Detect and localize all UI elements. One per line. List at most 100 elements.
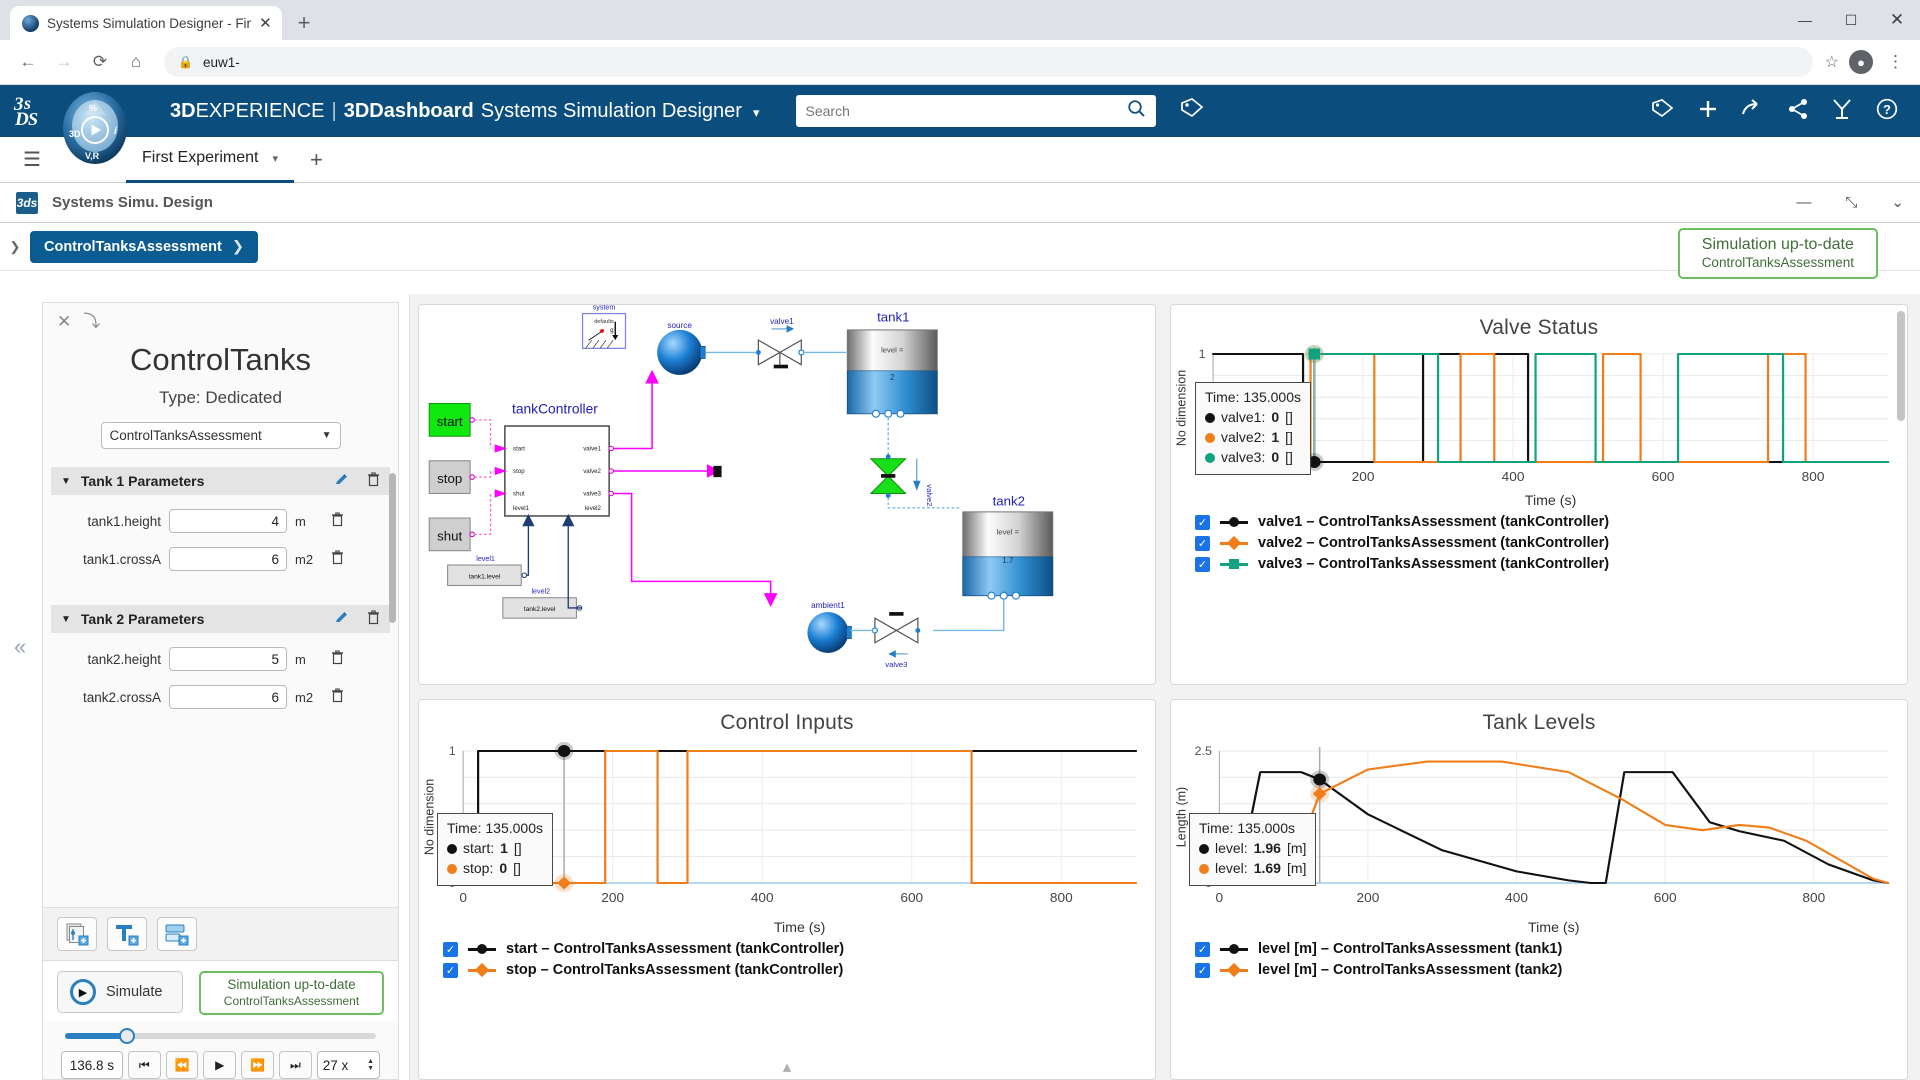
minimize-icon[interactable]: —	[1782, 0, 1828, 40]
diagram-node-ambient1[interactable]: ambient1	[807, 601, 852, 653]
legend-item[interactable]: ✓ valve1 – ControlTanksAssessment (tankC…	[1195, 514, 1907, 530]
time-slider[interactable]	[65, 1028, 376, 1044]
panel-collapse-handle[interactable]: «	[14, 634, 26, 660]
add-parameter-button[interactable]	[57, 917, 97, 952]
legend-item[interactable]: ✓ valve3 – ControlTanksAssessment (tankC…	[1195, 556, 1907, 572]
diagram-node-shut[interactable]: shut	[428, 517, 475, 552]
parameter-value-input[interactable]: 6	[169, 547, 287, 571]
chevron-down-icon[interactable]: ▾	[272, 152, 278, 165]
legend-item[interactable]: ✓ valve2 – ControlTanksAssessment (tankC…	[1195, 535, 1907, 551]
stepper-up-icon[interactable]: ▲	[367, 1058, 374, 1065]
diagram-node-system[interactable]: system defaults g	[581, 305, 627, 349]
add-tab-button[interactable]: +	[310, 147, 323, 173]
delete-trash-icon[interactable]	[367, 610, 380, 628]
address-bar[interactable]: 🔒 euw1-	[164, 47, 1813, 77]
add-icon[interactable]	[1697, 98, 1719, 124]
3d-compass-button[interactable]: 3D i % V,R	[56, 89, 134, 167]
legend-checkbox[interactable]: ✓	[1195, 556, 1210, 572]
collapse-icon[interactable]: ⤵	[83, 313, 100, 330]
step-back-button[interactable]: ⏪	[165, 1051, 199, 1079]
legend-item[interactable]: ✓ start – ControlTanksAssessment (tankCo…	[443, 941, 1155, 957]
control-inputs-plot-area[interactable]: 0 1 0 200 400 600 800 Time (s) No dimension Time…	[419, 735, 1155, 935]
maximize-icon[interactable]: ☐	[1828, 0, 1874, 40]
back-icon[interactable]: ←	[12, 46, 44, 78]
scrollbar-thumb[interactable]	[1897, 311, 1905, 421]
triangle-down-icon[interactable]: ▼	[61, 476, 71, 487]
legend-checkbox[interactable]: ✓	[1195, 962, 1210, 978]
edit-pencil-icon[interactable]	[334, 610, 349, 628]
avatar[interactable]: ●	[1849, 50, 1873, 74]
tab-first-experiment[interactable]: First Experiment ▾	[126, 137, 294, 183]
legend-item[interactable]: ✓ level [m] – ControlTanksAssessment (ta…	[1195, 941, 1907, 957]
label-icon[interactable]	[1651, 98, 1675, 124]
current-time-input[interactable]: 136.8 s	[61, 1051, 123, 1079]
triangle-down-icon[interactable]: ▼	[61, 614, 71, 625]
legend-checkbox[interactable]: ✓	[1195, 941, 1210, 957]
hamburger-icon[interactable]: ☰	[8, 147, 56, 172]
chevron-up-icon[interactable]: ▴	[783, 1057, 792, 1077]
add-text-button[interactable]	[107, 917, 147, 952]
chevron-down-icon[interactable]: ▾	[753, 105, 760, 121]
forward-share-icon[interactable]	[1741, 99, 1765, 123]
breadcrumb-item-controltanksassessment[interactable]: ControlTanksAssessment ❯	[30, 230, 258, 263]
system-diagram[interactable]: system defaults g source valve1 tank1 le…	[419, 305, 1155, 684]
tag-icon[interactable]	[1180, 97, 1205, 125]
assessment-select[interactable]: ControlTanksAssessment ▼	[100, 422, 341, 449]
group-header-tank1[interactable]: ▼ Tank 1 Parameters	[51, 467, 390, 495]
simulate-button[interactable]: ▶ Simulate	[57, 971, 183, 1014]
add-table-button[interactable]	[157, 917, 197, 952]
time-slider-knob[interactable]	[119, 1028, 136, 1044]
delete-trash-icon[interactable]	[331, 650, 344, 668]
close-icon[interactable]: ✕	[259, 16, 272, 31]
skip-to-end-button[interactable]: ⏭	[278, 1051, 312, 1079]
bookmark-star-icon[interactable]: ☆	[1825, 52, 1839, 72]
delete-trash-icon[interactable]	[331, 688, 344, 706]
diagram-node-stop[interactable]: stop	[428, 460, 475, 494]
diagram-node-start[interactable]: start	[428, 403, 475, 437]
edit-pencil-icon[interactable]	[334, 472, 349, 490]
stepper-arrows[interactable]: ▲ ▼	[367, 1058, 374, 1072]
step-forward-button[interactable]: ⏩	[241, 1051, 274, 1079]
diagram-node-valve3[interactable]: valve3	[871, 612, 921, 669]
diagram-node-source[interactable]: source	[657, 321, 706, 375]
search-icon[interactable]	[1127, 99, 1146, 123]
skip-to-start-button[interactable]: ⏮	[127, 1051, 161, 1079]
new-tab-button[interactable]: +	[298, 10, 311, 36]
delete-trash-icon[interactable]	[367, 472, 380, 490]
close-icon[interactable]: ✕	[57, 313, 71, 330]
diagram-node-level1[interactable]: level1 tank1.level	[447, 555, 528, 586]
app-chevron-icon[interactable]: ⌄	[1891, 195, 1904, 210]
diagram-node-tankcontroller[interactable]: tankController start stop shut level1 va…	[494, 402, 614, 527]
forward-icon[interactable]: →	[48, 46, 80, 78]
group-header-tank2[interactable]: ▼ Tank 2 Parameters	[51, 605, 390, 633]
diagram-node-tank1[interactable]: tank1 level = 2	[846, 310, 938, 418]
tank-levels-plot-area[interactable]: 02.50200400600800Time (s)Length (m) Time…	[1171, 735, 1907, 935]
share-icon[interactable]	[1787, 98, 1809, 124]
app-restore-icon[interactable]: ⤡	[1845, 195, 1857, 210]
breadcrumb-expand-icon[interactable]: ❯	[0, 239, 30, 255]
delete-trash-icon[interactable]	[331, 512, 344, 530]
parameter-value-input[interactable]: 6	[169, 685, 287, 709]
stepper-down-icon[interactable]: ▼	[367, 1065, 374, 1072]
diagram-node-tank2[interactable]: tank2 level = 1.7	[962, 494, 1054, 600]
search-input[interactable]	[795, 95, 1156, 127]
reload-icon[interactable]: ⟳	[84, 46, 116, 78]
legend-item[interactable]: ✓ level [m] – ControlTanksAssessment (ta…	[1195, 962, 1907, 978]
legend-checkbox[interactable]: ✓	[1195, 535, 1210, 551]
valve-status-plot-area[interactable]: 0 1 200 400 600 800 Time (s) No dimension Time:…	[1171, 340, 1907, 508]
legend-checkbox[interactable]: ✓	[443, 962, 458, 978]
legend-checkbox[interactable]: ✓	[1195, 514, 1210, 530]
app-minimize-icon[interactable]: —	[1796, 195, 1811, 210]
search-field[interactable]	[805, 103, 1127, 119]
parameter-value-input[interactable]: 5	[169, 647, 287, 671]
collaboration-icon[interactable]	[1831, 98, 1854, 124]
play-button[interactable]: ▶	[203, 1051, 237, 1079]
browser-menu-icon[interactable]: ⋮	[1883, 52, 1908, 72]
diagram-node-valve1[interactable]: valve1	[755, 317, 805, 369]
parameters-scroll-region[interactable]: ▼ Tank 1 Parameters tank1.height 4 m tan…	[43, 467, 398, 907]
diagram-node-valve2[interactable]: valve2	[869, 454, 934, 506]
speed-stepper[interactable]: 27 x ▲ ▼	[316, 1051, 381, 1079]
scrollbar-thumb[interactable]	[389, 473, 396, 623]
close-window-icon[interactable]: ✕	[1874, 0, 1920, 40]
home-icon[interactable]: ⌂	[120, 46, 152, 78]
